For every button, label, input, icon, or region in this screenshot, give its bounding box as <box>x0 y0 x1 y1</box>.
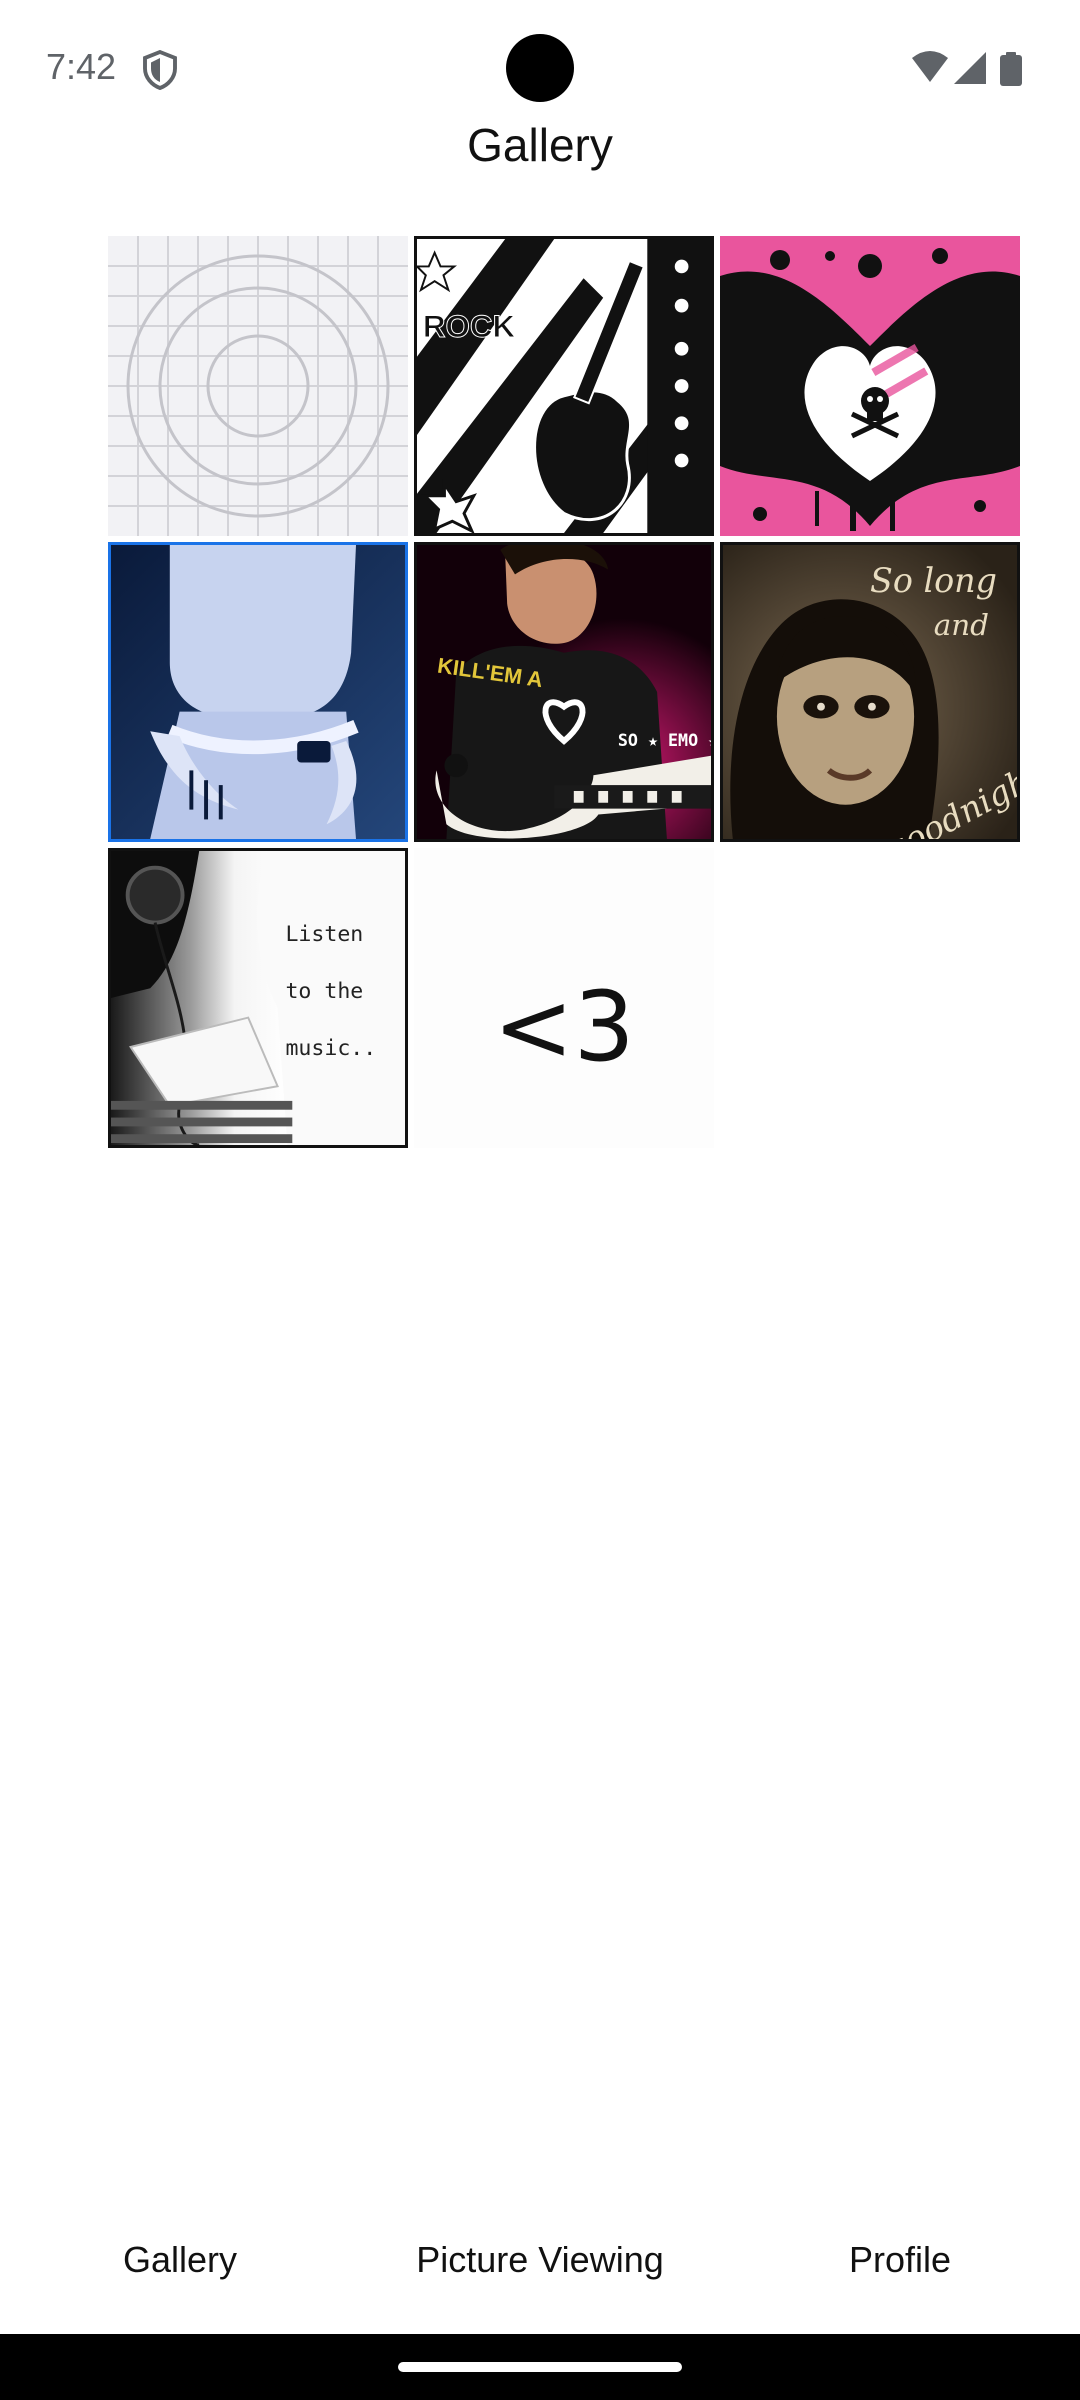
placeholder-image <box>108 236 408 536</box>
status-time: 7:42 <box>46 46 117 87</box>
gesture-navigation-bar <box>0 2334 1080 2400</box>
gallery-image-placeholder[interactable] <box>108 236 408 536</box>
listen-music-image: Listen to the music.. <box>111 851 405 1145</box>
wifi-icon <box>912 51 948 82</box>
gallery-image-rock-guitar[interactable]: ROCK <box>414 236 714 536</box>
nav-gallery[interactable]: Gallery <box>70 2200 290 2320</box>
gallery-image-guitarist[interactable]: KILL'EM A SO ★ EMO ★ <box>414 542 714 842</box>
gallery-image-heart-text[interactable]: <3 <box>414 848 714 1148</box>
rock-guitar-image: ROCK <box>417 239 711 533</box>
less-than-three-text: <3 <box>493 971 635 1083</box>
music-text: music.. <box>285 1036 376 1061</box>
so-emo-text: SO ★ EMO ★ <box>618 731 711 750</box>
guitarist-so-emo-image: KILL'EM A SO ★ EMO ★ <box>417 545 711 839</box>
gallery-image-blue-belt[interactable] <box>108 542 408 842</box>
rock-text: ROCK <box>423 309 516 344</box>
listen-text: Listen <box>285 922 363 947</box>
so-long-text: So long <box>870 561 997 600</box>
to-the-text: to the <box>285 979 363 1004</box>
gallery-image-pink-heart[interactable] <box>720 236 1020 536</box>
heart-text-image: <3 <box>414 848 714 1148</box>
and-text: and <box>934 608 989 642</box>
nav-picture-viewing[interactable]: Picture Viewing <box>380 2200 700 2320</box>
pink-winged-heart-image <box>720 236 1020 536</box>
battery-icon <box>1000 52 1022 86</box>
gallery-image-listen-music[interactable]: Listen to the music.. <box>108 848 408 1148</box>
page-title: Gallery <box>467 119 613 171</box>
blue-belt-image <box>111 545 405 839</box>
status-icons <box>912 51 1022 86</box>
gallery-image-goodnight[interactable]: So long and goodnight <box>720 542 1020 842</box>
nav-profile[interactable]: Profile <box>790 2200 1010 2320</box>
shield-icon <box>143 50 177 90</box>
bottom-navigation: Gallery Picture Viewing Profile <box>0 2200 1080 2320</box>
so-long-goodnight-image: So long and goodnight <box>723 545 1017 839</box>
camera-cutout <box>506 34 574 102</box>
signal-icon <box>954 52 986 84</box>
home-gesture-handle[interactable] <box>398 2362 682 2372</box>
